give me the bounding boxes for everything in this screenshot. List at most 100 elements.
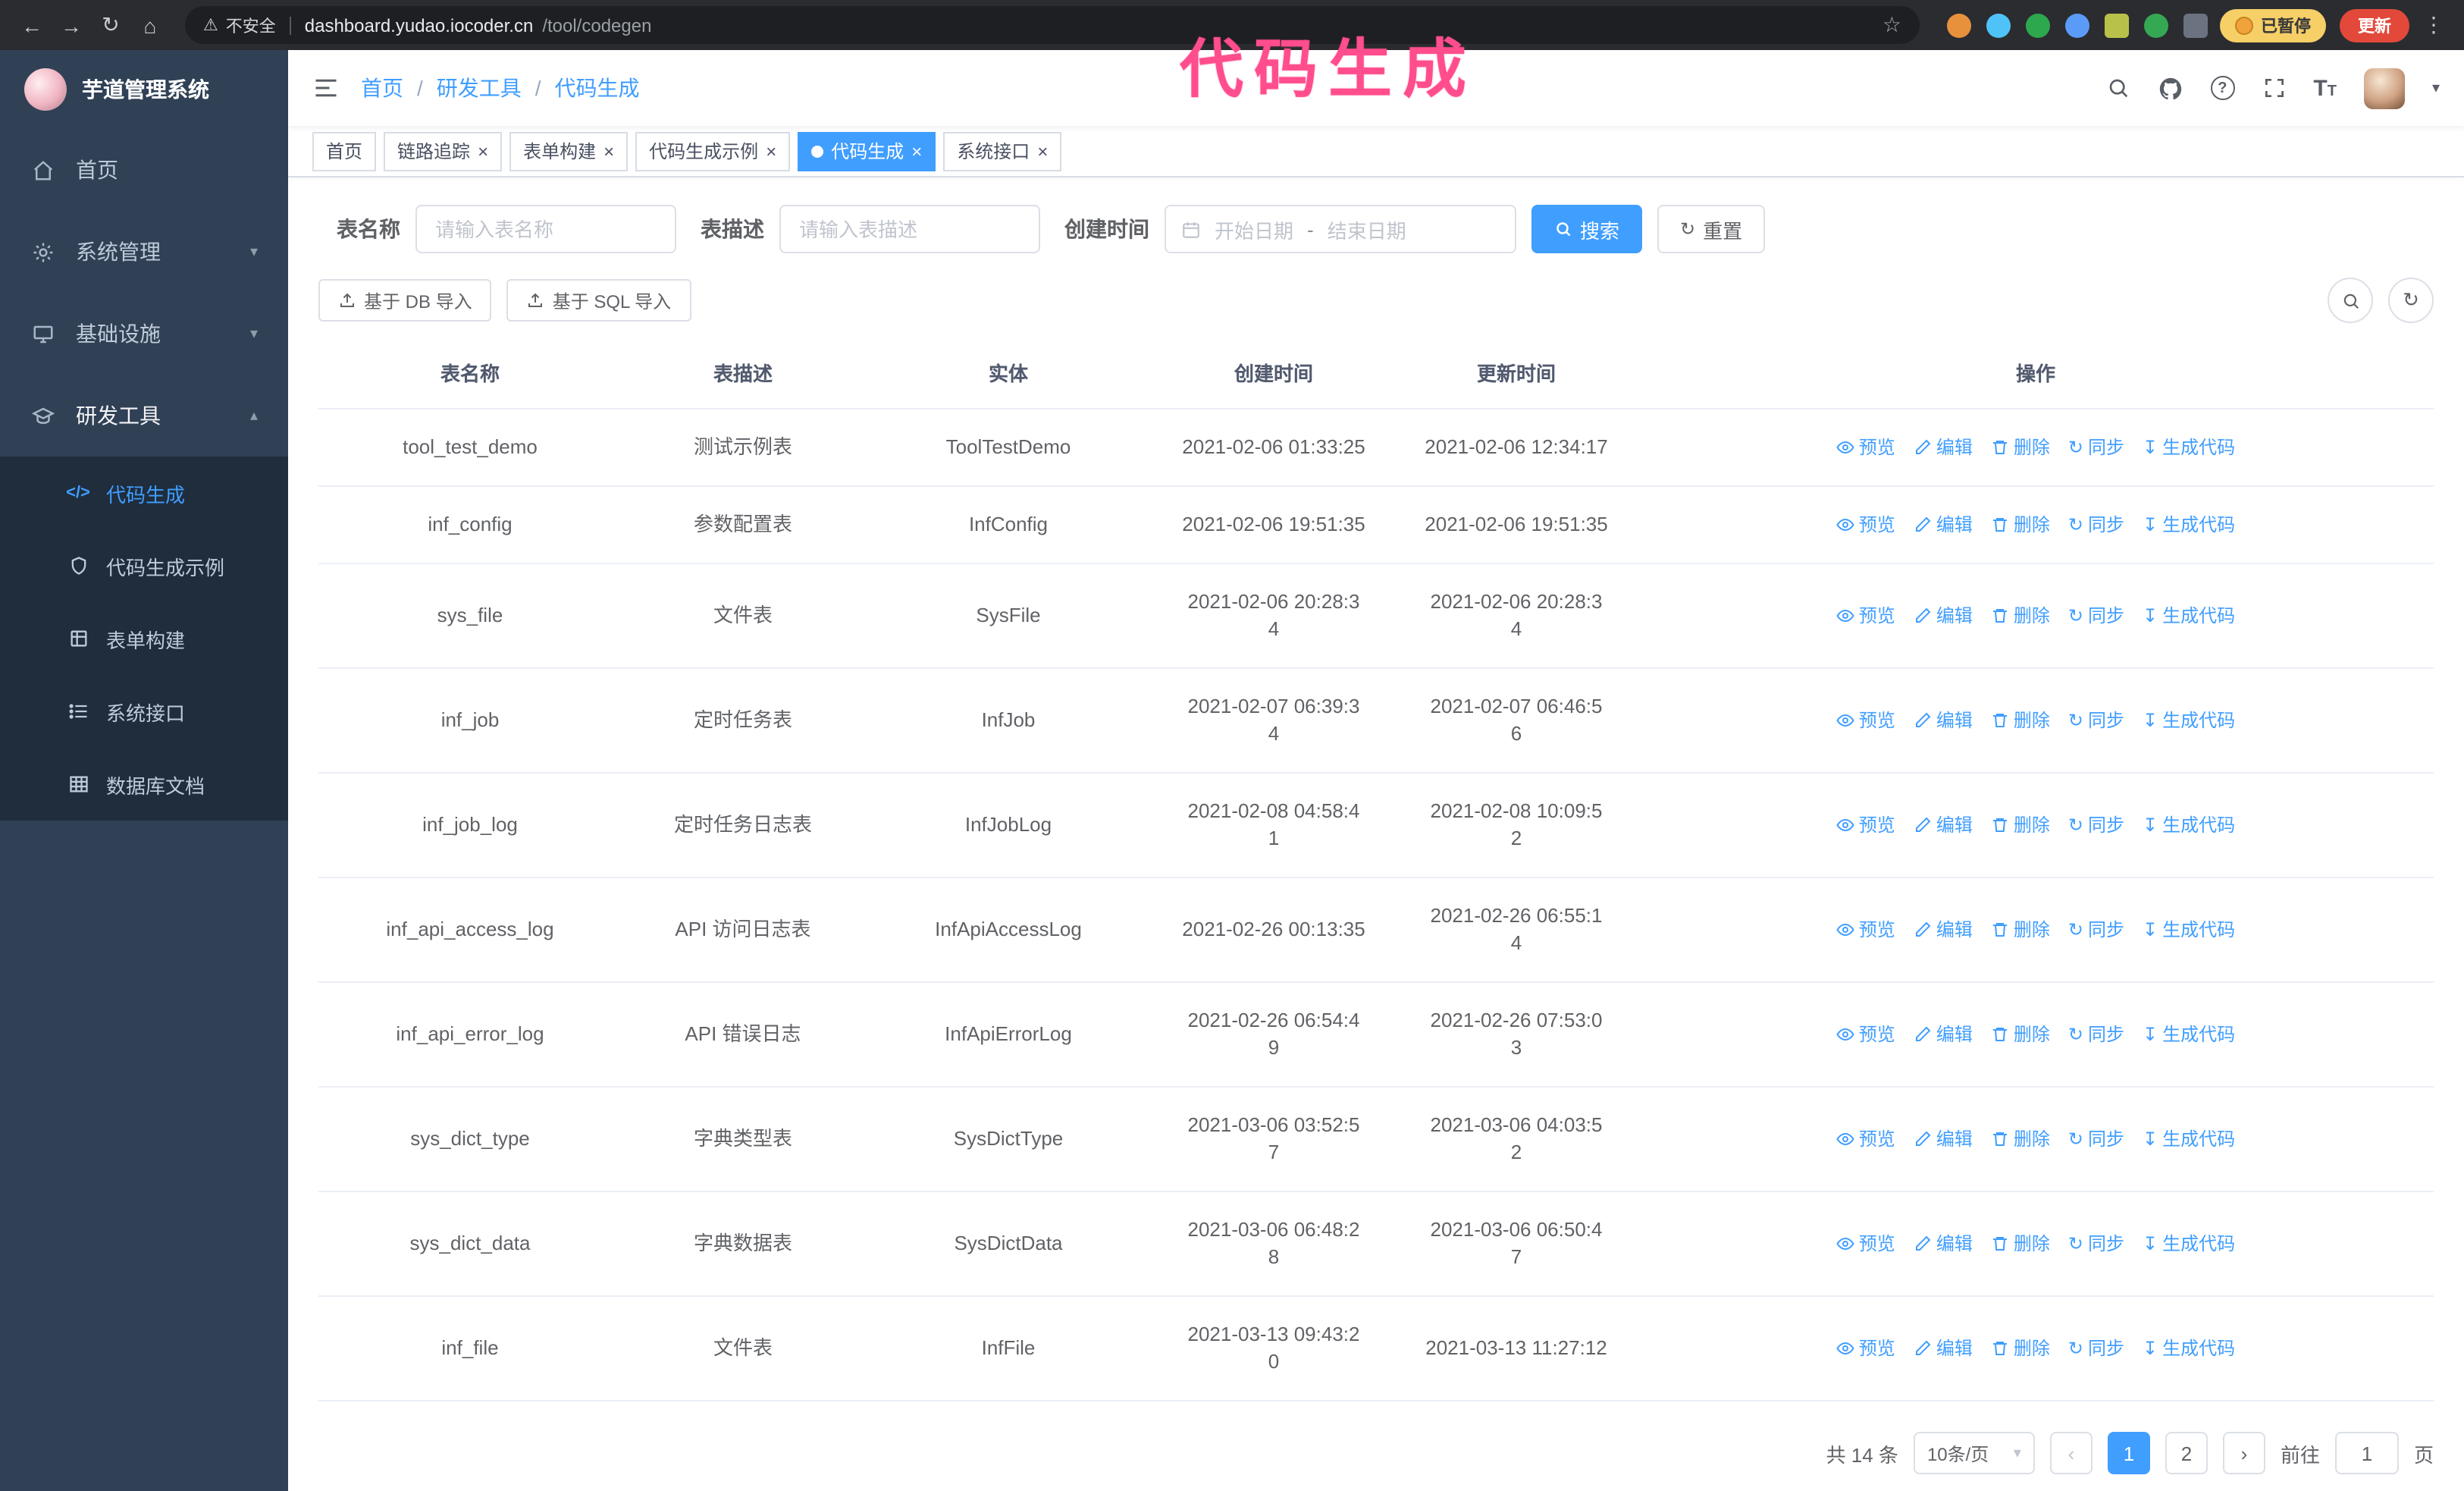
sync-link[interactable]: ↻ 同步 xyxy=(2068,511,2124,538)
tab[interactable]: 链路追踪 × xyxy=(384,131,503,171)
security-warning[interactable]: ⚠ 不安全 xyxy=(203,13,276,37)
help-icon[interactable]: ? xyxy=(2210,76,2235,100)
preview-link[interactable]: 预览 xyxy=(1836,1335,1895,1362)
edit-link[interactable]: 编辑 xyxy=(1914,602,1973,629)
close-icon[interactable]: × xyxy=(478,142,488,160)
generate-code-link[interactable]: ↧ 生成代码 xyxy=(2143,707,2235,734)
profile-paused-badge[interactable]: 已暂停 xyxy=(2220,8,2326,42)
fullscreen-icon[interactable] xyxy=(2262,76,2286,100)
browser-back-button[interactable]: ← xyxy=(12,5,52,45)
delete-link[interactable]: 删除 xyxy=(1991,1230,2050,1257)
table-name-input[interactable] xyxy=(415,205,676,253)
generate-code-link[interactable]: ↧ 生成代码 xyxy=(2143,511,2235,538)
avatar-caret-icon[interactable]: ▾ xyxy=(2432,80,2440,96)
sync-link[interactable]: ↻ 同步 xyxy=(2068,707,2124,734)
generate-code-link[interactable]: ↧ 生成代码 xyxy=(2143,811,2235,839)
toggle-search-button[interactable] xyxy=(2328,278,2373,323)
user-avatar[interactable] xyxy=(2363,67,2405,108)
sidebar-item-db-doc[interactable]: 数据库文档 xyxy=(0,748,288,821)
delete-link[interactable]: 删除 xyxy=(1991,1335,2050,1362)
sync-link[interactable]: ↻ 同步 xyxy=(2068,1021,2124,1048)
table-desc-input[interactable] xyxy=(779,205,1040,253)
tab[interactable]: 代码生成示例 × xyxy=(635,131,791,171)
sync-link[interactable]: ↻ 同步 xyxy=(2068,1230,2124,1257)
edit-link[interactable]: 编辑 xyxy=(1914,434,1973,461)
extension-icon[interactable] xyxy=(2144,13,2168,37)
preview-link[interactable]: 预览 xyxy=(1836,602,1895,629)
page-size-select[interactable]: 10条/页 ▾ xyxy=(1913,1432,2035,1474)
tab[interactable]: 首页 × xyxy=(312,131,377,171)
browser-update-button[interactable]: 更新 xyxy=(2340,8,2409,42)
generate-code-link[interactable]: ↧ 生成代码 xyxy=(2143,1230,2235,1257)
preview-link[interactable]: 预览 xyxy=(1836,707,1895,734)
generate-code-link[interactable]: ↧ 生成代码 xyxy=(2143,1125,2235,1153)
sidebar-item-api[interactable]: 系统接口 xyxy=(0,675,288,748)
edit-link[interactable]: 编辑 xyxy=(1914,707,1973,734)
preview-link[interactable]: 预览 xyxy=(1836,916,1895,943)
close-icon[interactable]: × xyxy=(603,142,614,160)
browser-home-button[interactable]: ⌂ xyxy=(130,5,170,45)
tab[interactable]: 系统接口 × xyxy=(943,131,1062,171)
browser-menu-icon[interactable]: ⋮ xyxy=(2415,12,2452,38)
next-page-button[interactable]: › xyxy=(2222,1432,2265,1474)
delete-link[interactable]: 删除 xyxy=(1991,1125,2050,1153)
preview-link[interactable]: 预览 xyxy=(1836,1021,1895,1048)
sync-link[interactable]: ↻ 同步 xyxy=(2068,916,2124,943)
sync-link[interactable]: ↻ 同步 xyxy=(2068,1125,2124,1153)
close-icon[interactable]: × xyxy=(766,142,776,160)
sidebar-item-infra[interactable]: 基础设施 ▾ xyxy=(0,293,288,375)
preview-link[interactable]: 预览 xyxy=(1836,1230,1895,1257)
generate-code-link[interactable]: ↧ 生成代码 xyxy=(2143,434,2235,461)
edit-link[interactable]: 编辑 xyxy=(1914,511,1973,538)
sidebar-item-home[interactable]: 首页 xyxy=(0,129,288,211)
delete-link[interactable]: 删除 xyxy=(1991,511,2050,538)
sidebar-item-codegen-example[interactable]: 代码生成示例 xyxy=(0,529,288,602)
sidebar-item-codegen[interactable]: </> 代码生成 xyxy=(0,457,288,529)
edit-link[interactable]: 编辑 xyxy=(1914,1230,1973,1257)
goto-page-input[interactable] xyxy=(2334,1432,2399,1474)
breadcrumb-item[interactable]: 研发工具 xyxy=(437,73,522,103)
browser-forward-button[interactable]: → xyxy=(52,5,91,45)
sync-link[interactable]: ↻ 同步 xyxy=(2068,434,2124,461)
preview-link[interactable]: 预览 xyxy=(1836,434,1895,461)
tab[interactable]: 表单构建 × xyxy=(509,131,629,171)
close-icon[interactable]: × xyxy=(1037,142,1048,160)
sync-link[interactable]: ↻ 同步 xyxy=(2068,1335,2124,1362)
puzzle-extension-icon[interactable] xyxy=(2183,13,2208,37)
extension-icon[interactable] xyxy=(1986,13,2011,37)
generate-code-link[interactable]: ↧ 生成代码 xyxy=(2143,916,2235,943)
extension-icon[interactable] xyxy=(1947,13,1971,37)
font-size-icon[interactable]: TT xyxy=(2313,75,2337,101)
sidebar-item-form-builder[interactable]: 表单构建 xyxy=(0,602,288,675)
delete-link[interactable]: 删除 xyxy=(1991,707,2050,734)
generate-code-link[interactable]: ↧ 生成代码 xyxy=(2143,602,2235,629)
reset-button[interactable]: ↻ 重置 xyxy=(1657,205,1766,253)
sidebar-logo[interactable]: 芋道管理系统 xyxy=(0,50,288,129)
sync-link[interactable]: ↻ 同步 xyxy=(2068,602,2124,629)
import-sql-button[interactable]: 基于 SQL 导入 xyxy=(506,279,691,322)
extension-icon[interactable] xyxy=(2105,13,2129,37)
edit-link[interactable]: 编辑 xyxy=(1914,1335,1973,1362)
generate-code-link[interactable]: ↧ 生成代码 xyxy=(2143,1335,2235,1362)
preview-link[interactable]: 预览 xyxy=(1836,1125,1895,1153)
breadcrumb-item[interactable]: 首页 xyxy=(361,73,403,103)
hamburger-icon[interactable] xyxy=(312,74,340,102)
page-number-button[interactable]: 2 xyxy=(2165,1432,2208,1474)
github-icon[interactable] xyxy=(2157,75,2183,101)
delete-link[interactable]: 删除 xyxy=(1991,1021,2050,1048)
close-icon[interactable]: × xyxy=(911,142,922,160)
generate-code-link[interactable]: ↧ 生成代码 xyxy=(2143,1021,2235,1048)
edit-link[interactable]: 编辑 xyxy=(1914,811,1973,839)
delete-link[interactable]: 删除 xyxy=(1991,602,2050,629)
bookmark-star-icon[interactable]: ☆ xyxy=(1882,12,1901,38)
delete-link[interactable]: 删除 xyxy=(1991,434,2050,461)
page-number-button[interactable]: 1 xyxy=(2107,1432,2150,1474)
edit-link[interactable]: 编辑 xyxy=(1914,916,1973,943)
edit-link[interactable]: 编辑 xyxy=(1914,1125,1973,1153)
extension-icon[interactable] xyxy=(2065,13,2089,37)
extension-icon[interactable] xyxy=(2026,13,2050,37)
delete-link[interactable]: 删除 xyxy=(1991,916,2050,943)
sidebar-item-dev-tools[interactable]: 研发工具 ▴ xyxy=(0,375,288,457)
sidebar-item-system[interactable]: 系统管理 ▾ xyxy=(0,211,288,293)
delete-link[interactable]: 删除 xyxy=(1991,811,2050,839)
